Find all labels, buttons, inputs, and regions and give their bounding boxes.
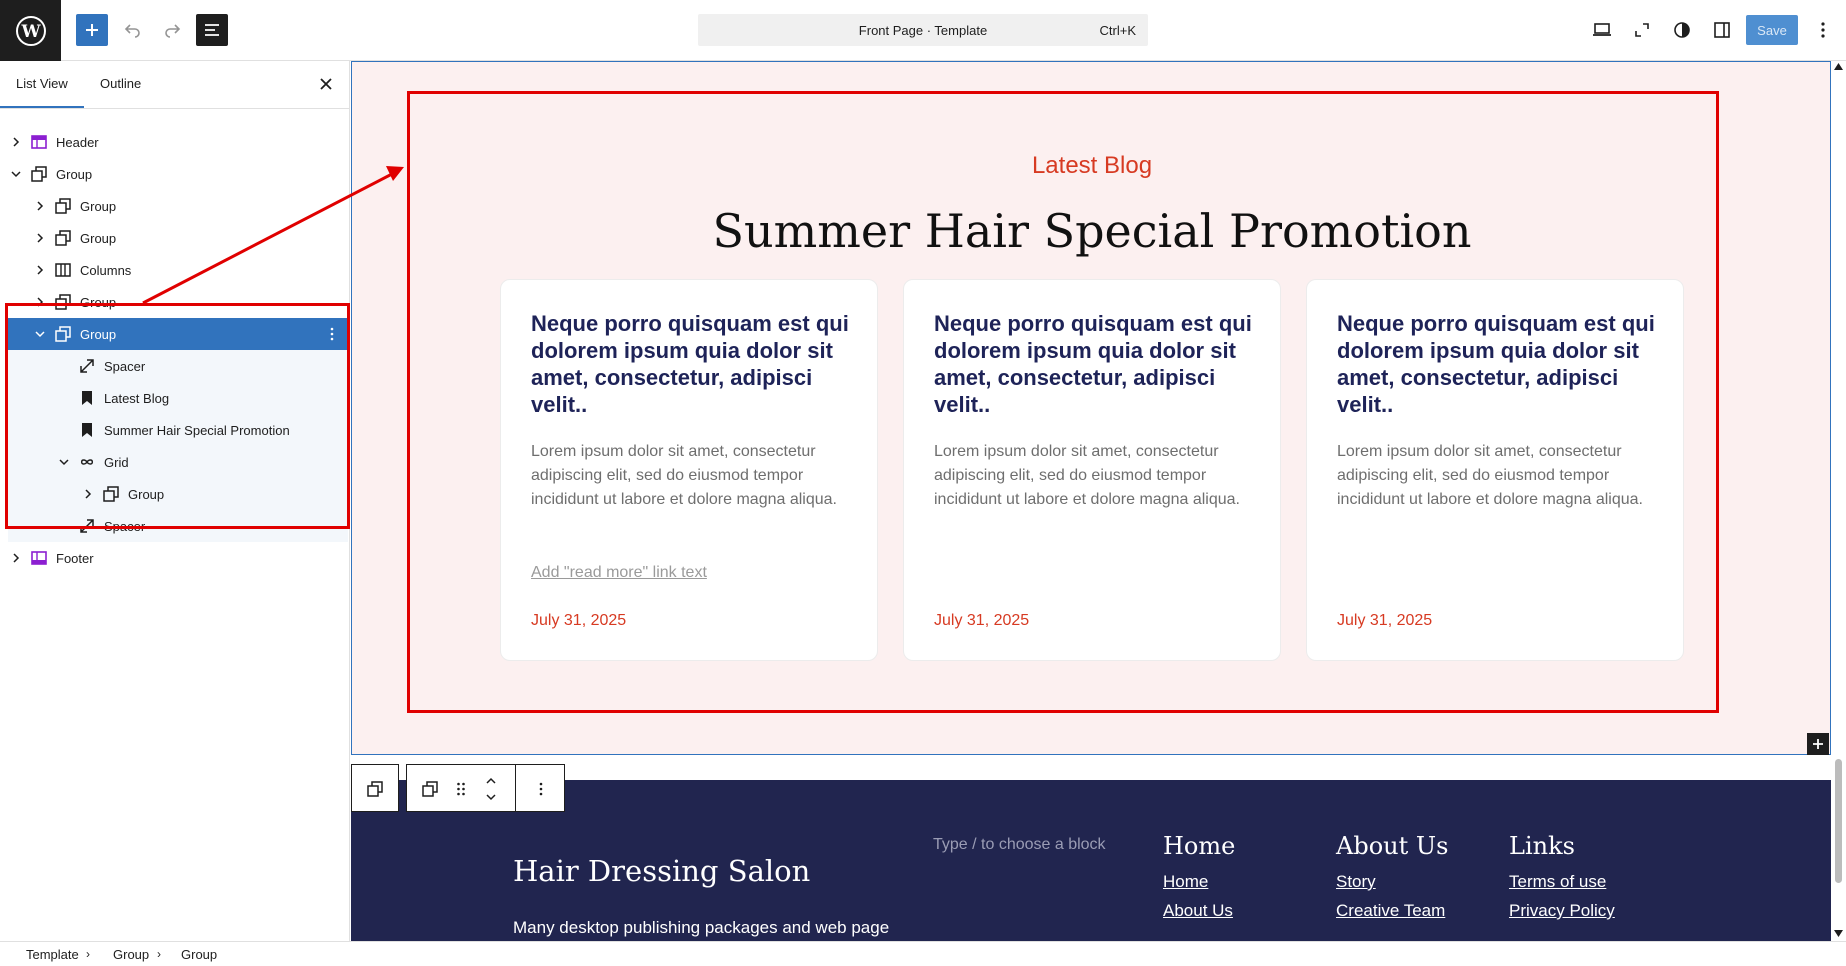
active-tab-indicator: [0, 106, 84, 108]
block-inserter-button[interactable]: [1807, 733, 1829, 755]
footer-column-title[interactable]: Links: [1509, 832, 1615, 860]
block-options-button[interactable]: [529, 777, 553, 801]
redo-button[interactable]: [156, 14, 188, 46]
contrast-icon: [1674, 22, 1690, 38]
chevron-right-icon[interactable]: [33, 263, 47, 277]
undo-icon: [124, 24, 140, 38]
scroll-up-arrow-icon[interactable]: [1834, 63, 1843, 70]
block-placeholder[interactable]: Type / to choose a block: [933, 836, 1106, 854]
chevron-right-icon[interactable]: [9, 551, 23, 565]
footer-column-links: Links Terms of use Privacy Policy: [1509, 832, 1615, 930]
redo-icon: [165, 24, 181, 38]
expand-icon: [1635, 23, 1649, 37]
tree-item-label: Group: [80, 231, 117, 246]
device-preview-button[interactable]: [1586, 14, 1618, 46]
footer-template-icon: [31, 550, 47, 566]
chevron-down-icon[interactable]: [9, 167, 23, 181]
shortcut-hint: Ctrl+K: [1099, 23, 1136, 38]
block-type-button[interactable]: [418, 777, 442, 801]
footer-link[interactable]: Terms of use: [1509, 872, 1615, 892]
footer-link[interactable]: Creative Team: [1336, 901, 1448, 921]
drag-handle-icon[interactable]: [449, 777, 473, 801]
footer-link[interactable]: Story: [1336, 872, 1448, 892]
footer-description[interactable]: Many desktop publishing packages and web…: [513, 918, 889, 938]
tree-item-label: Group: [80, 199, 117, 214]
tree-item-header[interactable]: Header: [0, 126, 348, 158]
move-up-down-button[interactable]: [479, 777, 503, 801]
sidebar-icon: [1714, 22, 1730, 38]
tree-item-label: Footer: [56, 551, 94, 566]
undo-button[interactable]: [117, 14, 149, 46]
tree-item-group[interactable]: Group: [0, 158, 348, 190]
breadcrumb-item[interactable]: Template: [26, 947, 79, 962]
chevron-right-icon[interactable]: [9, 135, 23, 149]
footer-column-title[interactable]: Home: [1163, 832, 1235, 860]
tree-item-group[interactable]: Group: [0, 222, 348, 254]
plus-icon: [1813, 739, 1823, 749]
chevron-right-icon: ›: [86, 947, 90, 961]
tree-item-label: Header: [56, 135, 99, 150]
save-button[interactable]: Save: [1746, 15, 1798, 45]
scroll-down-arrow-icon[interactable]: [1834, 930, 1843, 937]
header-template-icon: [31, 134, 47, 150]
group-icon: [363, 777, 387, 801]
site-footer: Hair Dressing Salon Many desktop publish…: [351, 780, 1831, 941]
selected-group-block[interactable]: Latest Blog Summer Hair Special Promotio…: [351, 61, 1831, 755]
list-view-icon: [205, 24, 219, 36]
tree-item-columns[interactable]: Columns: [0, 254, 348, 286]
block-toolbar: [406, 764, 565, 812]
laptop-icon: [1593, 23, 1611, 36]
footer-site-title[interactable]: Hair Dressing Salon: [513, 854, 810, 888]
settings-sidebar-button[interactable]: [1706, 14, 1738, 46]
command-palette-bar[interactable]: Front Page · Template Ctrl+K: [698, 14, 1148, 46]
chevron-right-icon: ›: [157, 947, 161, 961]
kebab-menu-icon: [1821, 22, 1825, 38]
group-icon: [31, 166, 47, 182]
wordpress-icon: W: [15, 15, 46, 46]
document-overview-button[interactable]: [196, 14, 228, 46]
panel-tabs: List View Outline: [0, 61, 349, 109]
tree-item-group[interactable]: Group: [0, 190, 348, 222]
chevron-right-icon[interactable]: [33, 231, 47, 245]
chevron-right-icon[interactable]: [33, 199, 47, 213]
wordpress-logo-button[interactable]: W: [0, 0, 61, 61]
parent-block-selector[interactable]: [351, 764, 399, 812]
svg-text:W: W: [20, 22, 41, 42]
editor-topbar: W Front Page · Template Ctrl+K Save: [0, 0, 1846, 61]
footer-link[interactable]: Privacy Policy: [1509, 901, 1615, 921]
group-icon: [55, 198, 71, 214]
annotation-highlight-tree: [5, 303, 350, 529]
tab-list-view[interactable]: List View: [16, 76, 68, 91]
footer-column-about: About Us Story Creative Team: [1336, 832, 1448, 930]
template-title: Front Page · Template: [858, 23, 988, 38]
columns-icon: [55, 262, 71, 278]
tree-item-footer[interactable]: Footer: [0, 542, 348, 574]
chevron-up-down-icon: [486, 777, 496, 801]
breadcrumb-item[interactable]: Group: [181, 947, 217, 962]
styles-button[interactable]: [1666, 14, 1698, 46]
annotation-highlight-section: [407, 91, 1719, 713]
canvas-scrollbar[interactable]: [1831, 61, 1846, 941]
kebab-menu-icon: [539, 782, 543, 796]
scrollbar-thumb[interactable]: [1835, 759, 1842, 883]
footer-link[interactable]: Home: [1163, 872, 1235, 892]
footer-column-home: Home Home About Us: [1163, 832, 1235, 930]
footer-column-title[interactable]: About Us: [1336, 832, 1448, 860]
group-icon: [55, 230, 71, 246]
options-menu-button[interactable]: [1807, 14, 1839, 46]
plus-icon: [86, 24, 98, 36]
block-breadcrumb: Template › Group › Group: [0, 941, 1846, 966]
tree-item-label: Columns: [80, 263, 132, 278]
breadcrumb-item[interactable]: Group: [113, 947, 149, 962]
group-icon: [422, 781, 438, 797]
add-block-button[interactable]: [76, 14, 108, 46]
tree-item-label: Group: [56, 167, 93, 182]
toolbar-divider: [515, 765, 516, 811]
tab-outline[interactable]: Outline: [100, 76, 141, 91]
close-icon: [320, 78, 332, 90]
footer-link[interactable]: About Us: [1163, 901, 1235, 921]
editor-canvas: Latest Blog Summer Hair Special Promotio…: [351, 61, 1831, 941]
close-panel-button[interactable]: [316, 74, 336, 94]
fullscreen-button[interactable]: [1626, 14, 1658, 46]
